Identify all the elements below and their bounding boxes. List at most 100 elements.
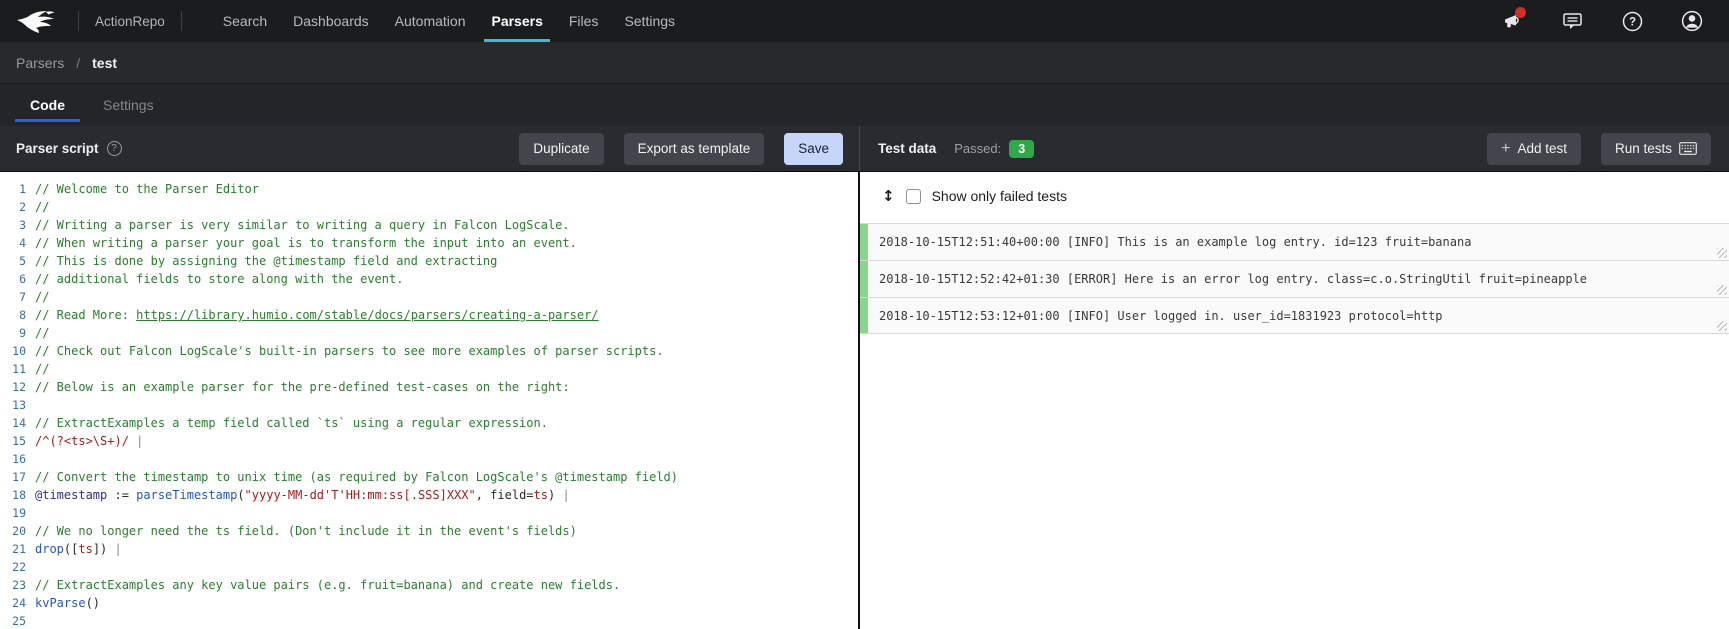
nav-item-dashboards[interactable]: Dashboards: [280, 0, 382, 42]
resize-grip[interactable]: [1717, 248, 1727, 258]
nav-item-parsers[interactable]: Parsers: [478, 0, 555, 42]
breadcrumb-separator: /: [76, 55, 80, 71]
expand-tests-icon[interactable]: ↕: [882, 189, 895, 204]
nav-item-search[interactable]: Search: [210, 0, 280, 42]
code-line[interactable]: 22: [0, 558, 858, 576]
add-test-label: Add test: [1517, 141, 1567, 156]
test-case-row[interactable]: 2018-10-15T12:51:40+00:00 [INFO] This is…: [860, 223, 1729, 260]
code-text: //: [26, 324, 49, 342]
show-failed-tests-label[interactable]: Show only failed tests: [932, 188, 1067, 204]
code-segment-link[interactable]: https://library.humio.com/stable/docs/pa…: [136, 308, 598, 322]
tab-settings[interactable]: Settings: [103, 84, 154, 126]
code-text: // Below is an example parser for the pr…: [26, 378, 570, 396]
code-segment-comment: //: [35, 290, 49, 304]
line-number: 3: [0, 216, 26, 234]
tab-code[interactable]: Code: [30, 84, 65, 126]
code-text: [26, 450, 42, 468]
code-text: // When writing a parser your goal is to…: [26, 234, 577, 252]
code-text: // Convert the timestamp to unix time (a…: [26, 468, 678, 486]
chat-icon[interactable]: [1561, 10, 1583, 32]
question-circle-icon: ?: [1622, 11, 1643, 32]
code-text: kvParse(): [26, 594, 100, 612]
code-text: // ExtractExamples any key value pairs (…: [26, 576, 620, 594]
code-segment-plain: :=: [107, 488, 136, 502]
resize-grip[interactable]: [1717, 285, 1727, 295]
code-segment-pipe: |: [115, 542, 122, 556]
avatar-icon[interactable]: [1681, 10, 1703, 32]
code-line[interactable]: 2//: [0, 198, 858, 216]
code-line[interactable]: 3// Writing a parser is very similar to …: [0, 216, 858, 234]
code-line[interactable]: 16: [0, 450, 858, 468]
plus-icon: +: [1501, 141, 1510, 157]
breadcrumb-parsers-link[interactable]: Parsers: [16, 55, 64, 71]
code-line[interactable]: 19: [0, 504, 858, 522]
code-segment-comment: // Check out Falcon LogScale's built-in …: [35, 344, 664, 358]
falcon-icon: [16, 7, 60, 35]
code-line[interactable]: 6 // additional fields to store along wit…: [0, 270, 858, 288]
announcement-icon[interactable]: [1501, 10, 1523, 32]
code-line[interactable]: 24kvParse(): [0, 594, 858, 612]
export-as-template-button[interactable]: Export as template: [624, 133, 765, 165]
code-segment-field: ts: [78, 542, 92, 556]
code-line[interactable]: 9//: [0, 324, 858, 342]
code-text: //: [26, 198, 49, 216]
add-test-button[interactable]: + Add test: [1487, 133, 1581, 165]
code-segment-comment: // additional fields to store along with…: [35, 272, 403, 286]
help-icon[interactable]: ?: [1621, 10, 1643, 32]
code-line[interactable]: 10 // Check out Falcon LogScale's built-i…: [0, 342, 858, 360]
code-line[interactable]: 23// ExtractExamples any key value pairs…: [0, 576, 858, 594]
svg-text:?: ?: [1628, 16, 1635, 28]
nav-item-automation[interactable]: Automation: [382, 0, 479, 42]
code-line[interactable]: 13: [0, 396, 858, 414]
code-text: // additional fields to store along with…: [26, 270, 403, 288]
nav-divider: [181, 11, 182, 31]
code-segment-comment: // This is done by assigning the @timest…: [35, 254, 497, 268]
crowdstrike-falcon-logo[interactable]: [16, 7, 60, 35]
code-line[interactable]: 11//: [0, 360, 858, 378]
line-number: 25: [0, 612, 26, 629]
breadcrumb: Parsers / test: [0, 42, 1729, 84]
line-number: 4: [0, 234, 26, 252]
test-case-row[interactable]: 2018-10-15T12:53:12+01:00 [INFO] User lo…: [860, 297, 1729, 334]
test-data-toolbar: Test data Passed: 3 + Add test Run tests: [860, 126, 1729, 171]
code-line[interactable]: 25: [0, 612, 858, 629]
parser-script-help-icon[interactable]: ?: [107, 141, 122, 156]
repo-name[interactable]: ActionRepo: [93, 14, 167, 29]
code-line[interactable]: 12// Below is an example parser for the …: [0, 378, 858, 396]
code-line[interactable]: 15/^(?<ts>\S+)/ |: [0, 432, 858, 450]
code-editor[interactable]: 1// Welcome to the Parser Editor2//3// W…: [0, 172, 860, 629]
code-text: [26, 558, 42, 576]
line-number: 1: [0, 180, 26, 198]
code-text: // We no longer need the ts field. (Don'…: [26, 522, 577, 540]
code-line[interactable]: 5// This is done by assigning the @times…: [0, 252, 858, 270]
code-line[interactable]: 14// ExtractExamples a temp field called…: [0, 414, 858, 432]
code-line[interactable]: 21drop([ts]) |: [0, 540, 858, 558]
test-case-row[interactable]: 2018-10-15T12:52:42+01:30 [ERROR] Here i…: [860, 260, 1729, 297]
code-line[interactable]: 20// We no longer need the ts field. (Do…: [0, 522, 858, 540]
nav-item-settings[interactable]: Settings: [611, 0, 688, 42]
code-line[interactable]: 17// Convert the timestamp to unix time …: [0, 468, 858, 486]
code-line[interactable]: 1// Welcome to the Parser Editor: [0, 180, 858, 198]
code-line[interactable]: 4// When writing a parser your goal is t…: [0, 234, 858, 252]
code-text: // This is done by assigning the @timest…: [26, 252, 497, 270]
code-text: @timestamp := parseTimestamp("yyyy-MM-dd…: [26, 486, 570, 504]
code-line[interactable]: 7//: [0, 288, 858, 306]
code-line[interactable]: 8// Read More: https://library.humio.com…: [0, 306, 858, 324]
resize-grip[interactable]: [1717, 321, 1727, 331]
show-failed-tests-checkbox[interactable]: [906, 189, 921, 204]
save-button[interactable]: Save: [784, 133, 843, 165]
line-number: 13: [0, 396, 26, 414]
keyboard-icon: [1679, 142, 1697, 155]
code-text: //: [26, 360, 49, 378]
line-number: 15: [0, 432, 26, 450]
code-text: /^(?<ts>\S+)/ |: [26, 432, 143, 450]
line-number: 10: [0, 342, 26, 360]
duplicate-button[interactable]: Duplicate: [519, 133, 603, 165]
code-line[interactable]: 18@timestamp := parseTimestamp("yyyy-MM-…: [0, 486, 858, 504]
top-navigation-bar: ActionRepo SearchDashboardsAutomationPar…: [0, 0, 1729, 42]
run-tests-button[interactable]: Run tests: [1601, 133, 1711, 165]
line-number: 6: [0, 270, 26, 288]
editor-toolbar-buttons: Duplicate Export as template Save: [519, 133, 843, 165]
nav-item-files[interactable]: Files: [556, 0, 612, 42]
code-segment-pipe: |: [136, 434, 143, 448]
